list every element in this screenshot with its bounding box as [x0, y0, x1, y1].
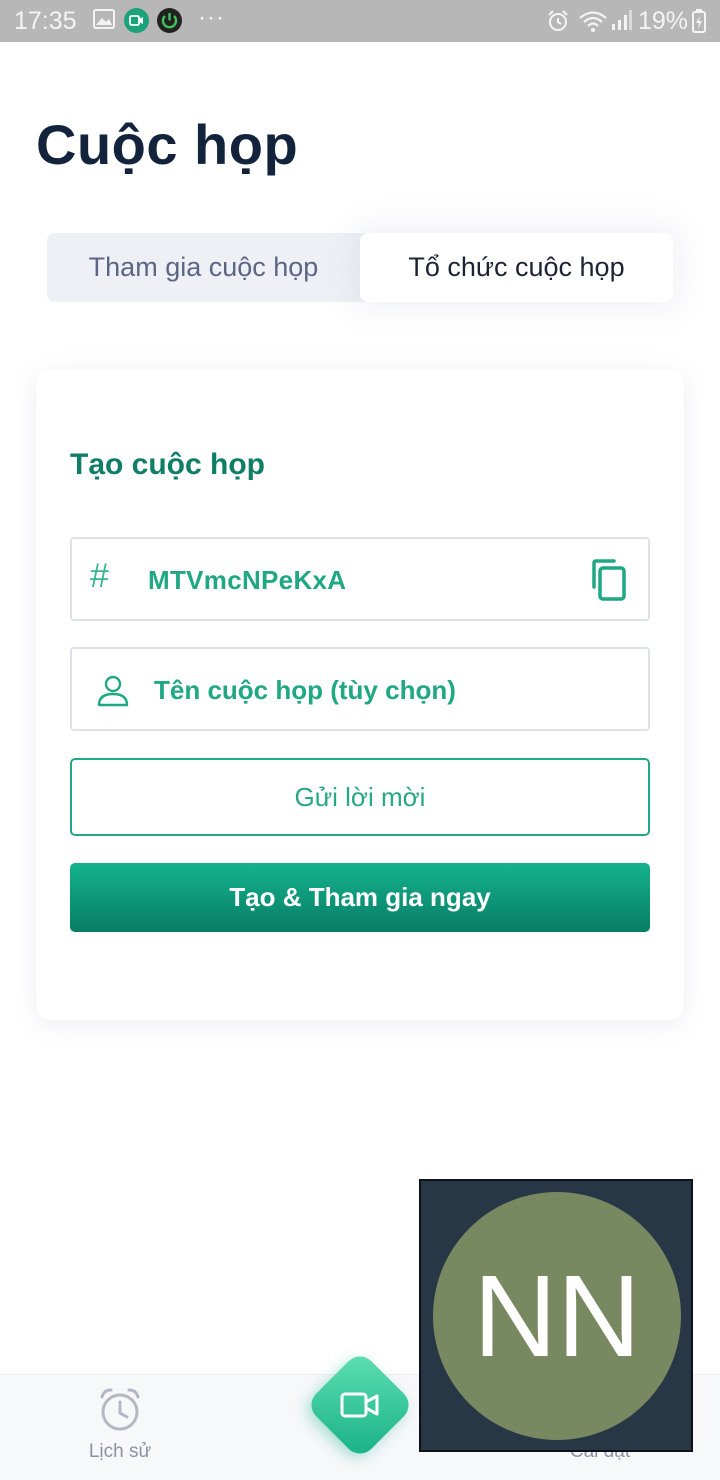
create-meeting-card: Tạo cuộc họp # MTVmcNPeKxA Gửi lời mời T… [36, 370, 684, 1020]
signal-icon [612, 10, 632, 30]
more-notifications-icon: ··· [198, 4, 225, 31]
battery-percentage: 19% [638, 7, 689, 35]
status-bar: 17:35 ··· 19% [0, 0, 720, 42]
gallery-icon [93, 9, 115, 29]
user-icon [97, 675, 129, 707]
status-time: 17:35 [14, 7, 77, 35]
wifi-icon [579, 11, 607, 32]
alarm-clock-icon [100, 1388, 140, 1431]
meeting-code: MTVmcNPeKxA [148, 565, 347, 595]
alarm-icon [548, 10, 568, 31]
nav-item-history[interactable]: Lịch sử [50, 1375, 190, 1480]
tab-host-meeting[interactable]: Tổ chức cuộc họp [360, 233, 673, 302]
tab-join-meeting[interactable]: Tham gia cuộc họp [47, 233, 360, 302]
participant-video-overlay[interactable]: NN [419, 1179, 693, 1452]
avatar: NN [433, 1192, 681, 1440]
hash-icon: # [90, 557, 109, 595]
meeting-name-field [70, 647, 650, 731]
battery-icon [692, 9, 706, 33]
screen-record-icon [124, 8, 149, 33]
meeting-name-input[interactable] [154, 673, 614, 707]
nav-label-history: Lịch sử [88, 1441, 152, 1462]
card-title: Tạo cuộc họp [70, 448, 265, 481]
video-camera-icon [340, 1392, 379, 1418]
meeting-tabs: Tham gia cuộc họp Tổ chức cuộc họp [47, 233, 673, 302]
meeting-code-field: # MTVmcNPeKxA [70, 537, 650, 621]
copy-icon[interactable] [588, 559, 628, 601]
page-title: Cuộc họp [36, 113, 299, 176]
create-and-join-button[interactable]: Tạo & Tham gia ngay [70, 863, 650, 932]
power-icon [157, 8, 182, 33]
send-invite-button[interactable]: Gửi lời mời [70, 758, 650, 836]
